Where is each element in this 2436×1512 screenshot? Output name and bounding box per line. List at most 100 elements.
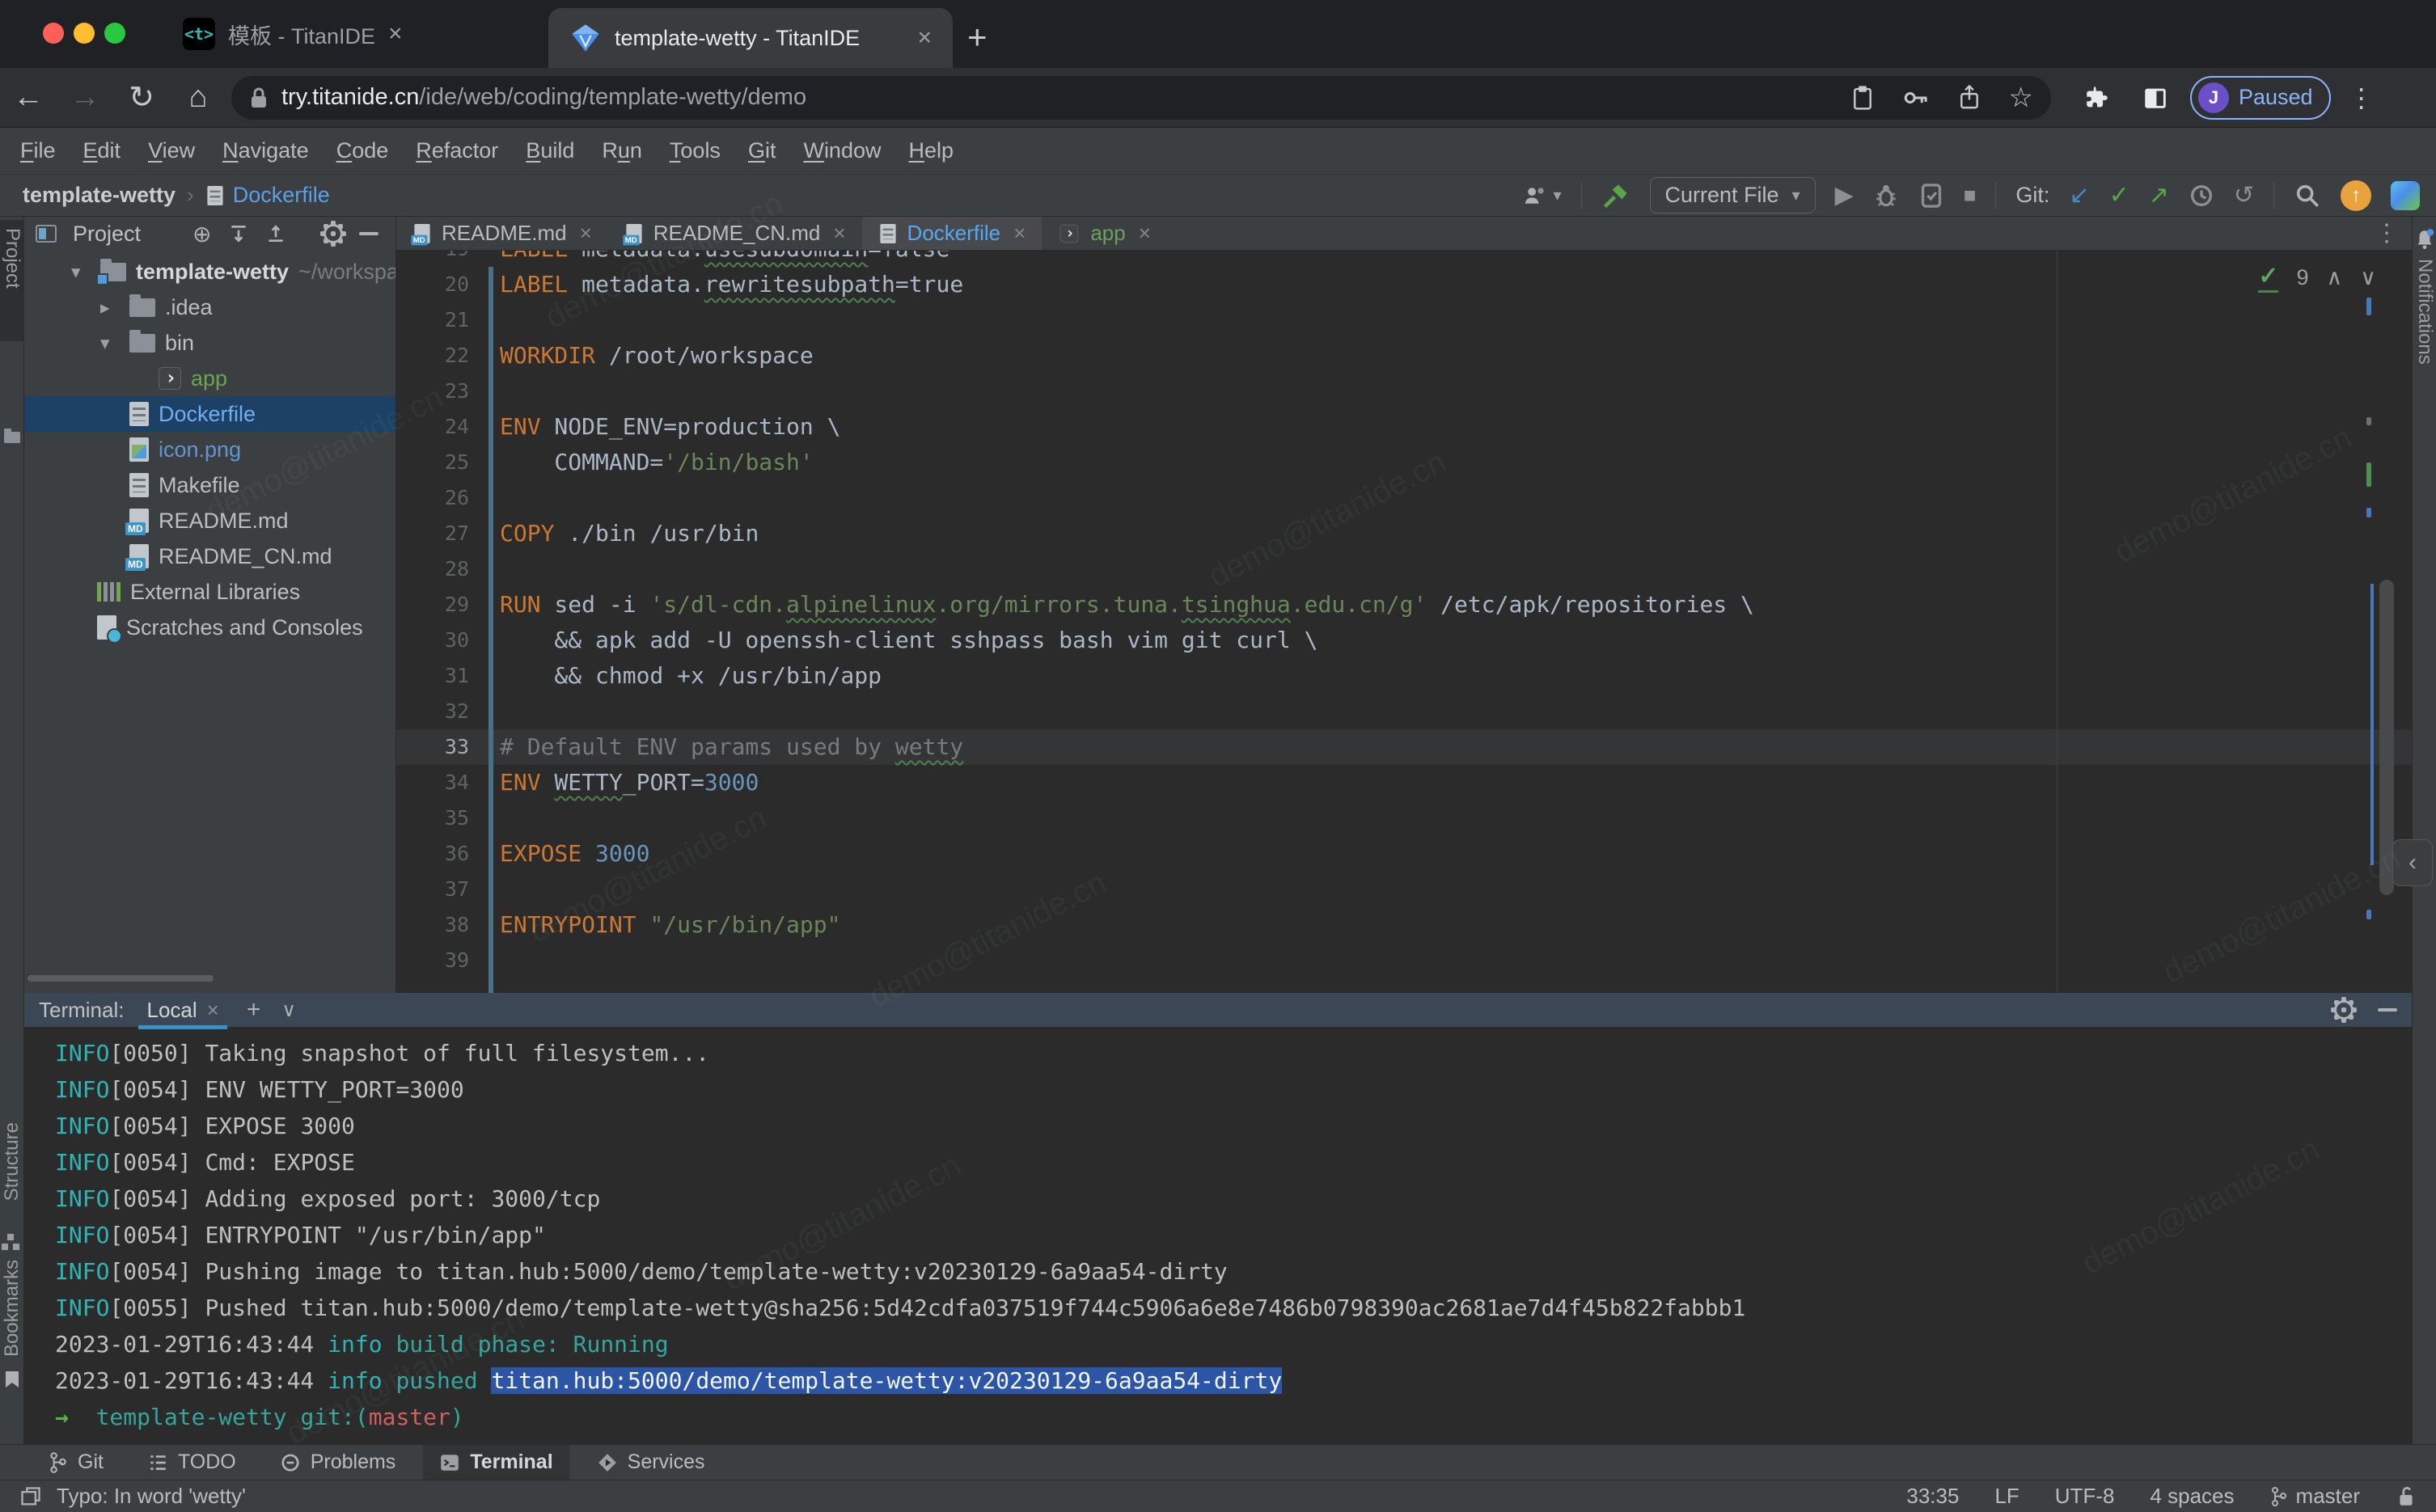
menu-item-help[interactable]: Help [894,138,967,163]
structure-icon[interactable] [7,1234,14,1240]
run-with-coverage-icon[interactable] [1918,182,1944,209]
browser-tab-active[interactable]: template-wetty - TitanIDE × [548,8,953,68]
share-icon[interactable] [1957,84,1981,112]
lock-open-icon[interactable] [2396,1485,2417,1508]
stripe-tab-structure[interactable]: Structure [1,1122,23,1201]
menu-item-git[interactable]: Git [734,138,790,163]
tab-close-icon[interactable]: × [207,998,219,1023]
forward-icon[interactable]: → [57,80,113,115]
history-clock-icon[interactable] [2189,183,2214,209]
error-stripe-mark[interactable] [2366,462,2371,487]
menu-item-run[interactable]: Run [588,138,656,163]
expand-all-icon[interactable] [228,223,249,244]
bookmark-icon[interactable] [6,1371,19,1387]
stripe-tab-notifications[interactable]: Notifications [2413,259,2436,365]
stacked-windows-icon[interactable] [19,1485,42,1508]
clipboard-icon[interactable] [1850,84,1875,112]
search-everywhere-icon[interactable] [2294,182,2321,209]
collapse-all-icon[interactable] [265,223,286,244]
tree-item-.idea[interactable]: ▸.idea [24,289,395,325]
side-panel-icon[interactable] [2142,84,2169,112]
toolwindow-todo[interactable]: TODO [131,1445,252,1480]
tree-item-template-wetty[interactable]: ▾template-wetty ~/workspace [24,254,395,289]
hide-panel-icon[interactable] [359,232,379,235]
line-ending[interactable]: LF [1994,1484,2019,1509]
macos-close-button[interactable] [43,23,64,44]
git-push-icon[interactable]: ↗ [2149,181,2169,209]
error-stripe-mark[interactable] [2366,298,2371,315]
prev-problem-icon[interactable]: ∧ [2326,265,2342,290]
file-encoding[interactable]: UTF-8 [2055,1484,2115,1509]
menu-item-code[interactable]: Code [323,138,403,163]
editor-tabs-more-icon[interactable]: ⋮ [2362,219,2412,247]
indent-setting[interactable]: 4 spaces [2150,1484,2234,1509]
titanide-logo-icon[interactable] [2391,181,2420,210]
toolwindow-terminal[interactable]: Terminal [423,1445,569,1480]
folder-icon[interactable] [4,432,20,443]
reload-icon[interactable]: ↻ [113,79,170,116]
tree-item-scratches-and-consoles[interactable]: Scratches and Consoles [24,610,395,645]
code-with-me-icon[interactable]: ▾ [1522,184,1561,208]
tree-item-bin[interactable]: ▾bin [24,325,395,361]
git-branch-widget[interactable]: master [2270,1484,2360,1509]
build-hammer-icon[interactable] [1601,181,1630,210]
chevron-right-icon[interactable]: ▸ [100,297,120,319]
notification-bell-icon[interactable] [2414,228,2435,251]
next-problem-icon[interactable]: ∨ [2360,265,2376,290]
extensions-puzzle-icon[interactable] [2083,84,2111,112]
new-tab-button[interactable]: + [967,18,988,57]
menu-item-refactor[interactable]: Refactor [402,138,512,163]
menu-item-edit[interactable]: Edit [70,138,135,163]
chevron-down-icon[interactable]: ▾ [100,332,120,354]
bookmark-star-icon[interactable]: ☆ [2009,82,2033,114]
browser-tab-inactive[interactable]: <t> 模板 - TitanIDE × [162,0,424,68]
terminal-tab-local[interactable]: Local × [146,998,218,1023]
menu-item-file[interactable]: File [6,138,70,163]
password-key-icon[interactable] [1902,86,1930,110]
menu-item-tools[interactable]: Tools [656,138,734,163]
tab-close-icon[interactable]: × [580,221,592,246]
editor-tab-dockerfile[interactable]: Dockerfile× [862,217,1042,250]
menu-item-navigate[interactable]: Navigate [209,138,323,163]
error-stripe-mark[interactable] [2366,910,2371,919]
error-stripe-mark[interactable] [2366,417,2371,425]
ide-update-icon[interactable]: ↑ [2341,180,2371,211]
stop-icon[interactable]: ■ [1964,183,1977,208]
caret-position[interactable]: 33:35 [1906,1484,1959,1509]
git-commit-check-icon[interactable]: ✓ [2109,181,2129,209]
project-panel-title[interactable]: Project [73,222,141,247]
home-icon[interactable]: ⌂ [170,80,226,115]
terminal-minimize-icon[interactable] [2378,1008,2397,1012]
menu-item-window[interactable]: Window [789,138,894,163]
tree-item-readme_cn.md[interactable]: README_CN.md [24,538,395,574]
inspections-widget[interactable]: ✓ 9 ∧ ∨ [2258,262,2376,293]
macos-zoom-button[interactable] [104,23,125,44]
browser-menu-icon[interactable]: ⋮ [2349,82,2375,113]
editor-body[interactable]: 19LABEL metadata.usesubdomain=false20LAB… [396,251,2412,993]
terminal-settings-gear-icon[interactable] [2334,1000,2354,1020]
terminal-dropdown-icon[interactable]: ∨ [281,999,296,1022]
chevron-down-icon[interactable]: ▾ [71,261,91,283]
tree-item-external-libraries[interactable]: External Libraries [24,574,395,610]
editor-tab-app[interactable]: app× [1042,217,1167,250]
tab-close-icon[interactable]: × [833,221,845,246]
back-icon[interactable]: ← [0,80,57,115]
tab-close-icon[interactable]: × [388,20,403,48]
debug-bug-icon[interactable] [1873,182,1899,209]
menu-item-build[interactable]: Build [512,138,588,163]
git-update-icon[interactable]: ↙ [2069,181,2089,209]
tab-close-icon[interactable]: × [1139,221,1151,246]
stripe-tab-project[interactable]: Project [1,228,23,289]
rollback-icon[interactable]: ↺ [2234,181,2254,209]
toolwindow-services[interactable]: Services [581,1445,721,1480]
profile-paused-badge[interactable]: J Paused [2190,76,2331,120]
run-icon[interactable]: ▶ [1835,181,1854,209]
breadcrumb-project[interactable]: template-wetty [23,183,176,208]
macos-minimize-button[interactable] [74,23,95,44]
toolwindow-problems[interactable]: Problems [264,1445,412,1480]
stripe-tab-bookmarks[interactable]: Bookmarks [1,1260,23,1357]
tab-close-icon[interactable]: × [917,24,932,52]
breadcrumb-file[interactable]: Dockerfile [233,183,330,208]
toolwindow-git[interactable]: Git [32,1445,120,1480]
error-stripe-mark[interactable] [2366,508,2371,517]
